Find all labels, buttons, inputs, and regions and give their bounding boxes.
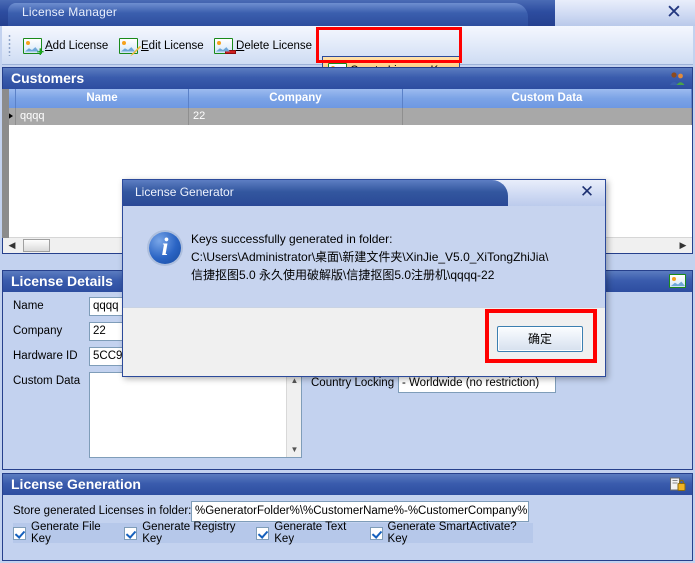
customers-title: Customers xyxy=(11,70,85,86)
scrollbar-thumb[interactable] xyxy=(23,239,50,252)
add-license-label: Add License xyxy=(45,39,109,52)
custom-data-label: Custom Data xyxy=(13,375,81,387)
license-generation-body: Store generated Licenses in folder: %Gen… xyxy=(2,495,693,561)
generation-options: Generate File Key Generate Registry Key … xyxy=(13,521,533,545)
dialog-title: License Generator xyxy=(135,185,234,199)
users-icon xyxy=(670,72,685,85)
grid-header-custom-data[interactable]: Custom Data xyxy=(403,89,692,108)
edit-license-label: Edit License xyxy=(141,39,204,52)
company-label: Company xyxy=(13,325,63,337)
generate-text-key-label: Generate Text Key xyxy=(274,521,347,545)
dialog-footer: 确定 xyxy=(123,307,605,376)
license-generation-title: License Generation xyxy=(11,476,141,492)
generate-smartactivate-key-label: Generate SmartActivate? Key xyxy=(387,521,517,545)
scroll-left-arrow-icon[interactable]: ◀ xyxy=(5,238,19,253)
grid-column-headers: Name Company Custom Data xyxy=(3,89,692,108)
generate-registry-key-option[interactable]: Generate Registry Key xyxy=(124,521,242,545)
folder-input[interactable]: %GeneratorFolder%\%CustomerName%-%Custom… xyxy=(191,501,529,522)
license-details-title: License Details xyxy=(11,273,113,289)
generate-registry-key-checkbox[interactable] xyxy=(124,526,138,540)
generate-smartactivate-key-checkbox[interactable] xyxy=(369,526,383,540)
license-generation-panel-header: License Generation xyxy=(2,473,693,495)
image-edit-icon xyxy=(119,37,141,57)
image-add-icon: + xyxy=(23,37,44,58)
grid-left-edge xyxy=(2,89,9,238)
dialog-message: Keys successfully generated in folder: C… xyxy=(191,230,591,284)
info-icon xyxy=(149,231,181,264)
license-manager-window: License Manager ✕ + Add License Edit Lic… xyxy=(0,0,695,563)
dialog-close-button[interactable]: ✕ xyxy=(577,182,597,202)
document-lock-icon xyxy=(670,477,686,491)
cell-company: 22 xyxy=(189,108,403,125)
grid-header-name[interactable]: Name xyxy=(16,89,189,108)
main-toolbar: + Add License Edit License Delete Licens… xyxy=(2,26,693,86)
cell-custom-data xyxy=(403,108,692,125)
image-delete-icon xyxy=(214,37,236,54)
generate-registry-key-label: Generate Registry Key xyxy=(142,521,236,545)
toolbar-grip[interactable] xyxy=(8,34,11,56)
window-title: License Manager xyxy=(22,5,118,19)
generate-smartactivate-key-option[interactable]: Generate SmartActivate? Key xyxy=(369,521,519,545)
custom-data-field[interactable]: ▲ ▼ xyxy=(89,372,302,458)
generate-file-key-option[interactable]: Generate File Key xyxy=(13,521,110,545)
hardware-id-label: Hardware ID xyxy=(13,350,78,362)
edit-license-button[interactable]: Edit License xyxy=(114,31,209,60)
country-locking-label: Country Locking xyxy=(311,377,395,389)
dialog-ok-button[interactable]: 确定 xyxy=(497,326,583,352)
dialog-message-line-1: Keys successfully generated in folder: xyxy=(191,232,393,246)
dialog-message-line-3: 信捷抠图5.0 永久使用破解版\信捷抠图5.0注册机\qqqq-22 xyxy=(191,268,495,282)
delete-license-label: Delete License xyxy=(236,39,313,52)
generate-file-key-label: Generate File Key xyxy=(31,521,101,545)
grid-header-company[interactable]: Company xyxy=(189,89,403,108)
dialog-content: Keys successfully generated in folder: C… xyxy=(123,206,605,309)
dialog-message-line-2: C:\Users\Administrator\桌面\新建文件夹\XinJie_V… xyxy=(191,250,549,264)
name-label: Name xyxy=(13,300,44,312)
delete-license-button[interactable]: Delete License xyxy=(209,31,317,60)
window-titlebar: License Manager ✕ xyxy=(0,0,695,26)
cell-name: qqqq xyxy=(16,108,189,125)
generate-file-key-checkbox[interactable] xyxy=(13,526,26,540)
scroll-right-arrow-icon[interactable]: ▶ xyxy=(676,238,690,253)
license-generator-dialog: License Generator ✕ Keys successfully ge… xyxy=(122,179,606,377)
image-icon xyxy=(669,274,686,288)
folder-label: Store generated Licenses in folder: xyxy=(13,505,192,517)
generate-text-key-option[interactable]: Generate Text Key xyxy=(256,521,355,545)
window-close-button[interactable]: ✕ xyxy=(663,2,685,24)
scroll-down-arrow-icon[interactable]: ▼ xyxy=(287,442,302,457)
dialog-titlebar: License Generator ✕ xyxy=(123,180,605,206)
generate-text-key-checkbox[interactable] xyxy=(256,526,270,540)
customers-panel-header: Customers xyxy=(2,67,693,89)
add-license-button[interactable]: + Add License xyxy=(18,31,113,60)
table-row[interactable]: qqqq 22 xyxy=(3,108,692,125)
custom-data-scrollbar[interactable]: ▲ ▼ xyxy=(286,373,301,457)
